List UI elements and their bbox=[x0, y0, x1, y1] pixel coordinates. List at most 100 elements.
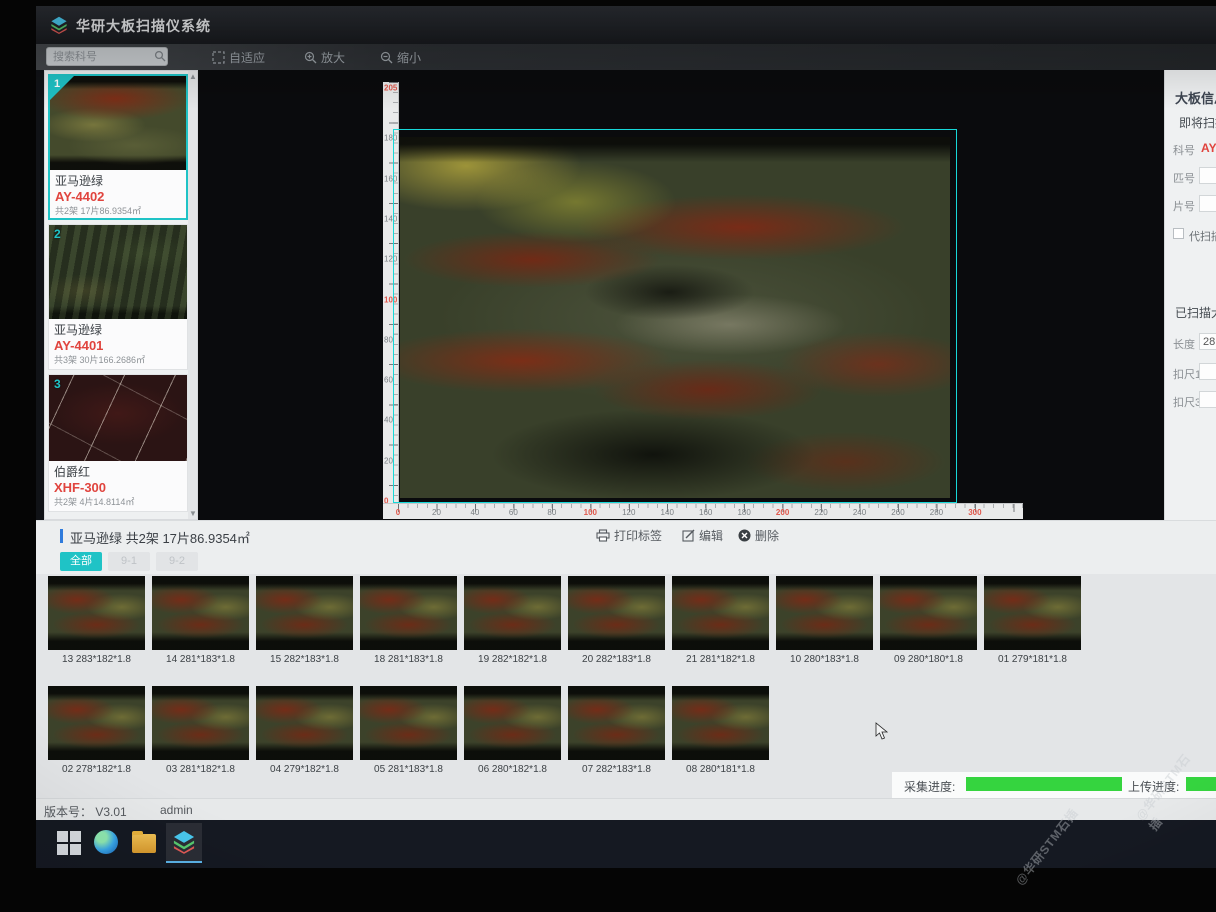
slab-cell[interactable]: 03 281*182*1.8 bbox=[152, 686, 249, 775]
slab-photo[interactable] bbox=[360, 576, 457, 650]
slab-photo[interactable] bbox=[568, 576, 665, 650]
tab-9-1[interactable]: 9-1 bbox=[108, 552, 150, 571]
zoom-out-icon bbox=[380, 51, 393, 64]
tab-9-2[interactable]: 9-2 bbox=[156, 552, 198, 571]
h-ruler-label: 300 bbox=[968, 508, 981, 517]
slab-cell[interactable]: 06 280*182*1.8 bbox=[464, 686, 561, 775]
horizontal-ruler: 0204060801001201401601802002202402602803… bbox=[383, 503, 1023, 519]
slab-cell[interactable]: 04 279*182*1.8 bbox=[256, 686, 353, 775]
zoom-out-label: 缩小 bbox=[397, 49, 421, 66]
stone-summary: 共2架 4片14.8114㎡ bbox=[49, 495, 187, 510]
printer-icon bbox=[596, 529, 610, 542]
v-ruler-label: 80 bbox=[384, 335, 393, 344]
slab-cell[interactable]: 07 282*183*1.8 bbox=[568, 686, 665, 775]
h-ruler-label: 260 bbox=[891, 508, 904, 517]
tab-全部[interactable]: 全部 bbox=[60, 552, 102, 571]
stone-code: AY-4401 bbox=[49, 338, 187, 353]
fit-button[interactable]: 自适应 bbox=[212, 48, 265, 66]
stone-name: 亚马逊绿 bbox=[50, 170, 186, 189]
zoom-in-button[interactable]: 放大 bbox=[304, 48, 345, 66]
v-ruler-label: 20 bbox=[384, 456, 393, 465]
slab-cell[interactable]: 19 282*182*1.8 bbox=[464, 576, 561, 665]
windows-start-icon[interactable] bbox=[56, 830, 82, 856]
sidebar-item-ay4402[interactable]: 1 亚马逊绿 AY-4402 共2架 17片86.9354㎡ bbox=[48, 74, 188, 220]
slab-photo[interactable] bbox=[464, 576, 561, 650]
sidebar: 1 亚马逊绿 AY-4402 共2架 17片86.9354㎡ 2 亚马逊绿 AY… bbox=[44, 70, 198, 520]
h-ruler-label: 200 bbox=[776, 508, 789, 517]
sidebar-item-ay4401[interactable]: 2 亚马逊绿 AY-4401 共3架 30片166.2686㎡ bbox=[48, 224, 188, 370]
length-input[interactable] bbox=[1199, 333, 1216, 350]
slab-photo[interactable] bbox=[256, 576, 353, 650]
h-ruler-label: 160 bbox=[699, 508, 712, 517]
h-ruler-label: 240 bbox=[853, 508, 866, 517]
slab-photo[interactable] bbox=[152, 576, 249, 650]
app-logo-icon bbox=[50, 16, 68, 34]
slabno-input[interactable] bbox=[1199, 195, 1216, 212]
slab-cell[interactable]: 08 280*181*1.8 bbox=[672, 686, 769, 775]
h-ruler-label: 280 bbox=[930, 508, 943, 517]
slab-cell[interactable]: 10 280*183*1.8 bbox=[776, 576, 873, 665]
slab-cell[interactable]: 01 279*181*1.8 bbox=[984, 576, 1081, 665]
slab-cell[interactable]: 13 283*182*1.8 bbox=[48, 576, 145, 665]
slab-cell[interactable]: 09 280*180*1.8 bbox=[880, 576, 977, 665]
slab-photo[interactable] bbox=[360, 686, 457, 760]
zoom-out-button[interactable]: 缩小 bbox=[380, 48, 421, 66]
deduct3-input[interactable] bbox=[1199, 391, 1216, 408]
file-explorer-icon[interactable] bbox=[132, 830, 158, 856]
block-input[interactable] bbox=[1199, 167, 1216, 184]
slab-caption: 04 279*182*1.8 bbox=[256, 764, 353, 775]
scroll-down-icon[interactable]: ▼ bbox=[189, 509, 197, 518]
slab-photo[interactable] bbox=[48, 576, 145, 650]
slab-photo[interactable] bbox=[568, 686, 665, 760]
slab-cell[interactable]: 05 281*183*1.8 bbox=[360, 686, 457, 775]
slab-cell[interactable]: 14 281*183*1.8 bbox=[152, 576, 249, 665]
slab-caption: 01 279*181*1.8 bbox=[984, 654, 1081, 665]
proxy-scan-checkbox[interactable] bbox=[1173, 228, 1184, 239]
scroll-up-icon[interactable]: ▲ bbox=[189, 72, 197, 81]
mouse-cursor bbox=[875, 722, 888, 740]
collect-progress-bar bbox=[966, 777, 1122, 791]
slab-cell[interactable]: 21 281*182*1.8 bbox=[672, 576, 769, 665]
scan-canvas[interactable]: 205180160140120100806040200 020406080100… bbox=[198, 70, 1164, 520]
slab-photo[interactable] bbox=[776, 576, 873, 650]
title-bar: 华研大板扫描仪系统 bbox=[36, 6, 1216, 44]
slab-photo[interactable] bbox=[256, 686, 353, 760]
h-ruler-label: 40 bbox=[470, 508, 479, 517]
slab-photo[interactable] bbox=[984, 576, 1081, 650]
slab-cell[interactable]: 18 281*183*1.8 bbox=[360, 576, 457, 665]
fit-icon bbox=[212, 51, 225, 64]
slab-caption: 06 280*182*1.8 bbox=[464, 764, 561, 775]
edit-button[interactable]: 编辑 bbox=[682, 527, 723, 544]
scanned-section: 已扫描大板 bbox=[1175, 304, 1216, 321]
h-ruler-label: 100 bbox=[584, 508, 597, 517]
slab-photo[interactable] bbox=[672, 576, 769, 650]
proxy-scan-label: 代扫描 bbox=[1189, 228, 1216, 244]
batch-label: 科号 bbox=[1173, 142, 1195, 158]
scanner-app-taskbar-icon[interactable] bbox=[166, 823, 202, 863]
search-input[interactable] bbox=[46, 47, 168, 66]
deduct1-input[interactable] bbox=[1199, 363, 1216, 380]
edit-label-text: 编辑 bbox=[699, 527, 723, 544]
edit-pencil-icon bbox=[682, 529, 695, 542]
slab-cell[interactable]: 15 282*183*1.8 bbox=[256, 576, 353, 665]
slab-photo[interactable] bbox=[152, 686, 249, 760]
scanned-slab-image[interactable] bbox=[400, 137, 950, 498]
slab-photo[interactable] bbox=[672, 686, 769, 760]
print-label-button[interactable]: 打印标签 bbox=[596, 527, 662, 544]
header-accent-bar bbox=[60, 529, 63, 543]
sidebar-item-xhf300[interactable]: 3 伯爵红 XHF-300 共2架 4片14.8114㎡ bbox=[48, 374, 188, 512]
detail-header: 亚马逊绿 共2架 17片86.9354㎡ 打印标签 编辑 删除 bbox=[36, 520, 1216, 550]
delete-button[interactable]: 删除 bbox=[738, 527, 779, 544]
scan-next-section: 即将扫描 bbox=[1179, 114, 1216, 131]
sidebar-scrollbar[interactable]: ▲ ▼ bbox=[188, 71, 197, 519]
edge-browser-icon[interactable] bbox=[94, 830, 120, 856]
slab-cell[interactable]: 20 282*183*1.8 bbox=[568, 576, 665, 665]
upload-progress-label: 上传进度: bbox=[1128, 778, 1179, 795]
h-ruler-label: 0 bbox=[396, 508, 400, 517]
slab-cell[interactable]: 02 278*182*1.8 bbox=[48, 686, 145, 775]
slab-photo[interactable] bbox=[48, 686, 145, 760]
slab-photo[interactable] bbox=[464, 686, 561, 760]
slab-photo[interactable] bbox=[880, 576, 977, 650]
stone-code: XHF-300 bbox=[49, 480, 187, 495]
h-ruler-label: 120 bbox=[622, 508, 635, 517]
